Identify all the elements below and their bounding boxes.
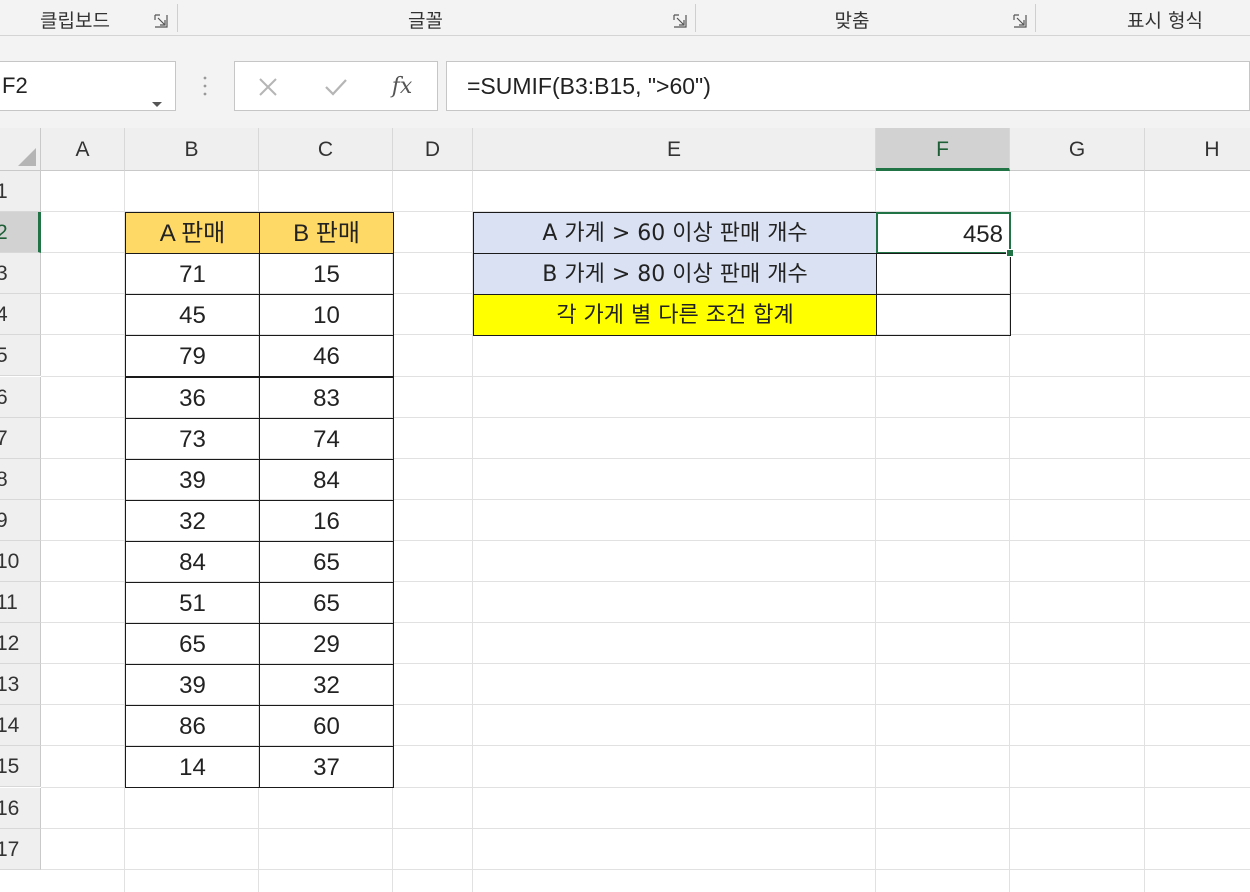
summary-label-cell[interactable]: B 가게 > 80 이상 판매 개수	[473, 253, 877, 296]
table-cell[interactable]: 15	[259, 253, 394, 296]
formula-input[interactable]: =SUMIF(B3:B15, ">60")	[446, 61, 1250, 111]
table-cell[interactable]: 39	[125, 664, 260, 707]
row-header-10[interactable]: 10	[0, 540, 41, 582]
summary-label-cell[interactable]: 각 가게 별 다른 조건 합계	[473, 294, 877, 337]
row-header-4[interactable]: 4	[0, 294, 41, 336]
table-cell[interactable]: 39	[125, 458, 260, 501]
row-header-13[interactable]: 13	[0, 664, 41, 706]
font-launcher-icon[interactable]	[673, 14, 687, 28]
name-box-value: F2	[2, 73, 28, 98]
row-header-14[interactable]: 14	[0, 705, 41, 747]
ribbon-group-alignment: 맞춤	[834, 10, 870, 32]
table-cell[interactable]: 29	[259, 623, 394, 666]
row-header-11[interactable]: 11	[0, 582, 41, 624]
column-header-f[interactable]: F	[876, 128, 1010, 171]
table-cell[interactable]: 10	[259, 294, 394, 337]
column-header-c[interactable]: C	[259, 128, 393, 171]
row-header-9[interactable]: 9	[0, 499, 41, 541]
clipboard-launcher-icon[interactable]	[154, 14, 168, 28]
formula-buttons: fx	[234, 61, 438, 111]
table-cell[interactable]: 32	[259, 664, 394, 707]
table-cell[interactable]: 32	[125, 499, 260, 542]
table-cell[interactable]: 84	[259, 458, 394, 501]
drag-handle-icon[interactable]	[200, 74, 210, 98]
column-header-e[interactable]: E	[473, 128, 876, 171]
table-cell[interactable]: 46	[259, 335, 394, 378]
table-cell[interactable]: 65	[125, 623, 260, 666]
table-cell[interactable]: 37	[259, 746, 394, 789]
table-cell[interactable]: 71	[125, 253, 260, 296]
ribbon-group-number-format: 표시 형식	[1127, 10, 1203, 32]
ribbon-group-clipboard: 클립보드	[40, 10, 110, 32]
row-header-2[interactable]: 2	[0, 212, 41, 254]
table-cell[interactable]: 65	[259, 540, 394, 583]
row-header-7[interactable]: 7	[0, 417, 41, 459]
column-header-g[interactable]: G	[1010, 128, 1145, 171]
table-cell[interactable]: 51	[125, 582, 260, 625]
worksheet-grid[interactable]: ABCDEFGH 1 2 3 4 5 6 7 8 9 10 11 12 13 14 15 16 17 A 판매 B…	[0, 128, 1250, 892]
column-header-b[interactable]: B	[125, 128, 259, 171]
column-header-d[interactable]: D	[393, 128, 473, 171]
alignment-launcher-icon[interactable]	[1013, 14, 1027, 28]
row-header-6[interactable]: 6	[0, 376, 41, 418]
table-cell[interactable]: 86	[125, 705, 260, 748]
table-cell[interactable]: 14	[125, 746, 260, 789]
table-cell[interactable]: 79	[125, 335, 260, 378]
row-header-15[interactable]: 15	[0, 746, 41, 788]
gridline	[41, 868, 1250, 870]
summary-label-cell[interactable]: A 가게 > 60 이상 판매 개수	[473, 212, 877, 255]
table-cell[interactable]: 45	[125, 294, 260, 337]
row-header-17[interactable]: 17	[0, 828, 41, 870]
active-cell-f2[interactable]: 458	[876, 212, 1011, 255]
formula-bar-area: F2 fx =SUMIF(B3:B15, ">60")	[0, 36, 1250, 128]
table-cell[interactable]: 36	[125, 376, 260, 419]
row-header-1[interactable]: 1	[0, 171, 41, 213]
column-header-a[interactable]: A	[41, 128, 125, 171]
chevron-down-icon[interactable]	[150, 80, 164, 107]
ribbon-group-bar: 클립보드 글꼴 맞춤 표시 형식	[0, 0, 1250, 36]
row-header-3[interactable]: 3	[0, 253, 41, 295]
table-cell[interactable]: 60	[259, 705, 394, 748]
fill-handle[interactable]	[1006, 249, 1014, 258]
insert-function-button[interactable]: fx	[387, 72, 417, 102]
x-icon[interactable]	[253, 72, 283, 102]
summary-value-cell[interactable]	[876, 253, 1011, 296]
table-cell[interactable]: 83	[259, 376, 394, 419]
row-header-8[interactable]: 8	[0, 458, 41, 500]
name-box[interactable]: F2	[0, 61, 176, 111]
table-header-cell[interactable]: A 판매	[125, 212, 260, 255]
gridline	[41, 827, 1250, 829]
row-header-5[interactable]: 5	[0, 335, 41, 377]
table-cell[interactable]: 65	[259, 582, 394, 625]
row-header-16[interactable]: 16	[0, 787, 41, 829]
table-header-cell[interactable]: B 판매	[259, 212, 394, 255]
summary-value-cell[interactable]	[876, 294, 1011, 337]
table-cell[interactable]: 73	[125, 417, 260, 460]
ribbon-group-font: 글꼴	[408, 10, 443, 32]
ribbon-separator	[1035, 4, 1036, 32]
table-cell[interactable]: 74	[259, 417, 394, 460]
column-header-h[interactable]: H	[1145, 128, 1250, 171]
gridline	[1144, 171, 1145, 892]
table-cell[interactable]: 16	[259, 499, 394, 542]
select-all-button[interactable]	[0, 128, 41, 171]
row-header-12[interactable]: 12	[0, 623, 41, 665]
check-icon[interactable]	[321, 72, 351, 102]
table-cell[interactable]: 84	[125, 540, 260, 583]
